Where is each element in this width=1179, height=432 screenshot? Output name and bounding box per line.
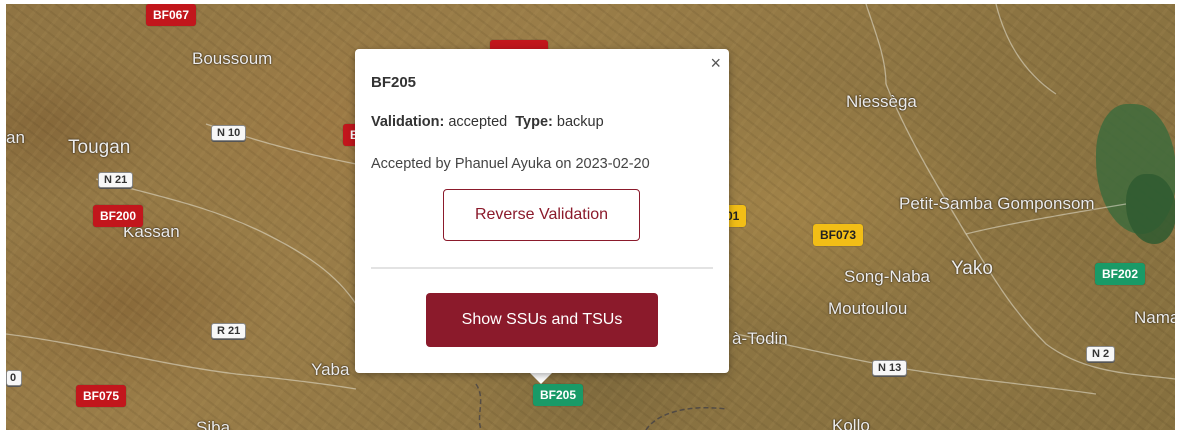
road-shield: R 21 <box>211 323 247 339</box>
road-shield: N 13 <box>872 360 908 376</box>
place-label: Petit-Samba Gomponsom <box>899 194 1095 213</box>
validation-value: accepted <box>448 114 508 130</box>
show-ssus-tsus-button[interactable]: Show SSUs and TSUs <box>426 293 658 347</box>
road-shield: N 10 <box>211 125 247 141</box>
place-label: Yako <box>951 258 993 279</box>
accepted-by-text: Accepted by Phanuel Ayuka on 2023-02-20 <box>371 156 650 172</box>
place-label: Tougan <box>68 137 131 158</box>
reverse-validation-button[interactable]: Reverse Validation <box>443 189 640 241</box>
place-label: Niessèga <box>846 92 917 111</box>
place-label: Moutoulou <box>828 299 908 318</box>
sample-marker[interactable]: BF202 <box>1095 263 1146 285</box>
place-label: à-Todin <box>732 329 788 348</box>
sample-marker[interactable]: BF200 <box>93 205 144 227</box>
marker-popup: × BF205 Validation: accepted Type: backu… <box>355 49 729 373</box>
road-shield: 0 <box>6 370 23 386</box>
popup-divider <box>371 267 713 269</box>
validation-info: Validation: accepted Type: backup <box>371 114 604 130</box>
sample-marker[interactable]: BF067 <box>146 4 197 26</box>
place-label: Kollo <box>832 416 870 430</box>
sample-marker[interactable]: BF075 <box>76 385 127 407</box>
place-label: Nama <box>1134 308 1175 327</box>
close-icon[interactable]: × <box>710 54 721 72</box>
popup-tip <box>529 372 553 384</box>
place-label: Yaba <box>311 360 350 379</box>
place-label: an <box>6 128 25 147</box>
type-label: Type: <box>515 114 553 130</box>
sample-marker[interactable]: BF073 <box>813 224 864 246</box>
validation-label: Validation: <box>371 114 445 130</box>
place-label: Boussoum <box>192 49 273 68</box>
road-shield: N 2 <box>1086 346 1116 362</box>
type-value: backup <box>556 114 604 130</box>
popup-title: BF205 <box>371 74 417 91</box>
road-shield: N 21 <box>98 172 134 188</box>
place-label: Song-Naba <box>844 267 931 286</box>
sample-marker[interactable]: BF205 <box>533 384 584 406</box>
place-label: Siba <box>196 418 231 430</box>
